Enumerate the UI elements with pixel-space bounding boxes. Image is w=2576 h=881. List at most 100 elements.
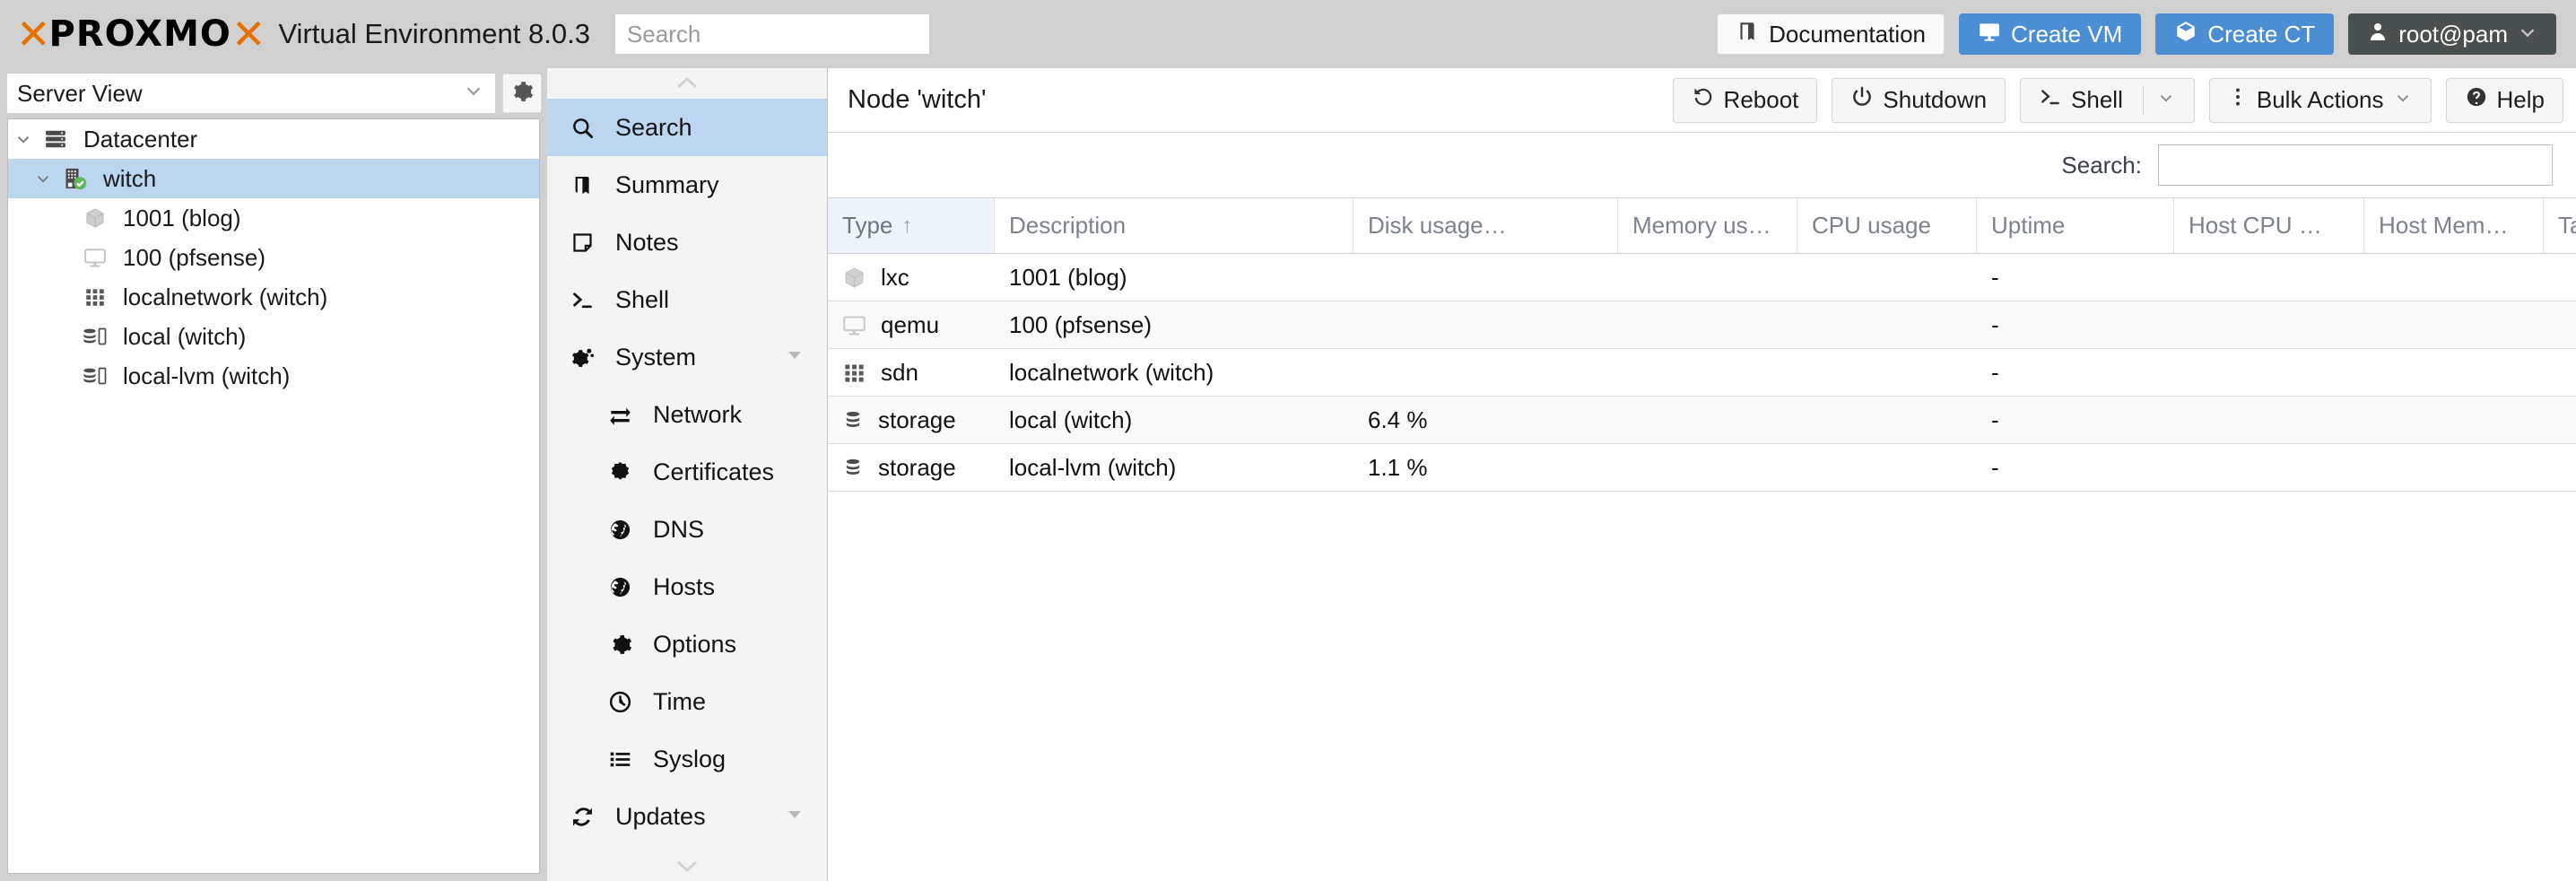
shell-button[interactable]: Shell [2020, 78, 2195, 123]
chevron-down-icon [462, 79, 485, 109]
column-header-disk-usage[interactable]: Disk usage… [1353, 198, 1618, 253]
tree-item-100-pfsense[interactable]: 100 (pfsense) [8, 238, 539, 277]
nav-item-syslog[interactable]: Syslog [547, 730, 827, 788]
nav-item-options[interactable]: Options [547, 615, 827, 673]
nav-item-system[interactable]: System [547, 328, 827, 386]
chevron-down-icon [2518, 21, 2537, 48]
reboot-button[interactable]: Reboot [1673, 78, 1818, 123]
resource-tree: Datacenter [7, 118, 540, 874]
table-row[interactable]: qemu 100 (pfsense) - [828, 301, 2576, 349]
product-name: Virtual Environment 8.0.3 [278, 18, 590, 50]
nav-item-hosts[interactable]: Hosts [547, 558, 827, 615]
chevron-down-icon[interactable] [28, 169, 58, 188]
sidebar-settings-button[interactable] [502, 74, 542, 113]
tree-item-local-lvm-storage[interactable]: local-lvm (witch) [8, 356, 539, 396]
chevron-down-icon[interactable] [2156, 86, 2176, 114]
tree-item-local-storage[interactable]: local (witch) [8, 317, 539, 356]
nav-item-label: Options [653, 631, 736, 659]
shutdown-button[interactable]: Shutdown [1832, 78, 2006, 123]
bulk-actions-button[interactable]: Bulk Actions [2209, 78, 2432, 123]
nav-item-notes[interactable]: Notes [547, 214, 827, 271]
cell-type: storage [828, 454, 995, 482]
table-row[interactable]: storage local (witch) 6.4 % - [828, 397, 2576, 444]
grid-search-input[interactable] [2158, 144, 2553, 186]
nav-scroll-up-button[interactable] [547, 68, 827, 99]
nav-scroll-down-button[interactable] [547, 850, 827, 881]
search-icon [570, 116, 610, 140]
nav-item-time[interactable]: Time [547, 673, 827, 730]
global-search-input[interactable] [615, 14, 929, 54]
help-icon [2465, 85, 2488, 115]
cell-type: storage [828, 406, 995, 434]
grid-search-bar: Search: [828, 133, 2576, 197]
nav-item-updates[interactable]: Updates [547, 788, 827, 845]
storage-icon [78, 325, 112, 348]
column-label: Uptime [1991, 212, 2065, 240]
nav-item-shell[interactable]: Shell [547, 271, 827, 328]
shell-label: Shell [2071, 86, 2123, 114]
globe-icon [608, 518, 648, 542]
help-button[interactable]: Help [2446, 78, 2563, 123]
nav-item-label: Network [653, 401, 742, 429]
column-header-uptime[interactable]: Uptime [1977, 198, 2174, 253]
user-menu-button[interactable]: root@pam [2348, 13, 2556, 55]
note-icon [570, 231, 610, 255]
view-selector-label: Server View [17, 80, 143, 108]
column-header-tags[interactable]: Tags [2544, 198, 2576, 253]
reboot-icon [1692, 85, 1715, 115]
column-label: Disk usage… [1368, 212, 1507, 240]
tree-item-localnetwork[interactable]: localnetwork (witch) [8, 277, 539, 317]
column-header-description[interactable]: Description [995, 198, 1353, 253]
nav-item-network[interactable]: Network [547, 386, 827, 443]
column-header-type[interactable]: Type ↑ [828, 198, 995, 253]
column-label: Memory us… [1632, 212, 1771, 240]
cell-uptime: - [1977, 264, 2174, 292]
column-header-host-cpu[interactable]: Host CPU … [2174, 198, 2364, 253]
globe-icon [608, 575, 648, 599]
view-selector[interactable]: Server View [7, 74, 495, 113]
cube-icon [78, 206, 112, 230]
tree-item-label: 100 (pfsense) [123, 244, 265, 272]
chevron-up-icon [669, 73, 705, 94]
chevron-down-icon[interactable] [8, 129, 39, 149]
tree-item-label: witch [103, 165, 156, 193]
logo-x-icon: ✕ [231, 13, 265, 55]
table-row[interactable]: sdn localnetwork (witch) - [828, 349, 2576, 397]
column-header-memory-usage[interactable]: Memory us… [1618, 198, 1797, 253]
bulk-actions-label: Bulk Actions [2257, 86, 2384, 114]
tree-item-datacenter[interactable]: Datacenter [8, 119, 539, 159]
nav-item-dns[interactable]: DNS [547, 501, 827, 558]
nav-item-label: Shell [615, 286, 669, 314]
proxmox-logo: ✕ PROXMO ✕ [16, 13, 264, 55]
list-icon [608, 747, 648, 772]
column-header-cpu-usage[interactable]: CPU usage [1797, 198, 1977, 253]
table-row[interactable]: storage local-lvm (witch) 1.1 % - [828, 444, 2576, 492]
caret-down-icon[interactable] [784, 344, 805, 371]
caret-down-icon[interactable] [784, 803, 805, 831]
tree-item-witch[interactable]: witch [8, 159, 539, 198]
certificate-icon [608, 460, 648, 484]
tree-item-label: localnetwork (witch) [123, 283, 327, 311]
nav-item-label: Syslog [653, 746, 726, 773]
table-row[interactable]: lxc 1001 (blog) - [828, 254, 2576, 301]
create-ct-label: Create CT [2207, 21, 2315, 48]
book-icon [1736, 20, 1759, 49]
column-label: Description [1009, 212, 1126, 240]
terminal-icon [570, 288, 610, 312]
cell-type: qemu [828, 311, 995, 339]
tree-item-label: local-lvm (witch) [123, 362, 290, 390]
nav-item-certificates[interactable]: Certificates [547, 443, 827, 501]
monitor-icon [1978, 20, 2001, 49]
create-ct-button[interactable]: Create CT [2155, 13, 2334, 55]
nav-item-label: Updates [615, 803, 706, 831]
help-label: Help [2497, 86, 2545, 114]
documentation-button[interactable]: Documentation [1717, 13, 1945, 55]
column-header-host-memory[interactable]: Host Mem… [2364, 198, 2544, 253]
nav-item-search[interactable]: Search [547, 99, 827, 156]
tree-item-1001-blog[interactable]: 1001 (blog) [8, 198, 539, 238]
column-label: CPU usage [1812, 212, 1931, 240]
cube-icon [842, 266, 866, 290]
nav-item-summary[interactable]: Summary [547, 156, 827, 214]
power-icon [1850, 85, 1874, 115]
create-vm-button[interactable]: Create VM [1959, 13, 2141, 55]
